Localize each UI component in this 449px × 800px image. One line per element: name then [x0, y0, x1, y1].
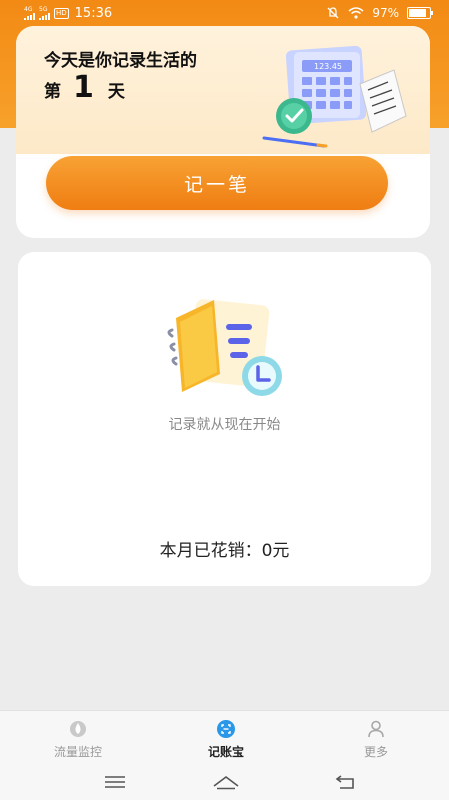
tab-ledger[interactable]: 记账宝: [176, 719, 276, 760]
day-counter: 第 1 天: [44, 70, 125, 105]
month-spend-label: 本月已花销：: [159, 541, 262, 561]
battery-percent: 97%: [372, 6, 399, 20]
status-bar: 4G 5G HD 15:36 97%: [0, 0, 449, 28]
tab-label: 更多: [363, 745, 388, 759]
user-icon: [368, 720, 384, 738]
month-spend: 本月已花销：0元: [18, 536, 431, 561]
welcome-card: 今天是你记录生活的 第 1 天 123.45 记一笔: [16, 26, 430, 238]
welcome-title: 今天是你记录生活的: [44, 51, 197, 71]
signal-icon: 5G: [39, 7, 50, 20]
back-icon[interactable]: [334, 774, 356, 790]
ledger-icon: [217, 720, 235, 738]
wifi-icon: [348, 7, 364, 19]
traffic-icon: [70, 721, 86, 737]
system-nav-bar: [0, 766, 449, 800]
tab-more[interactable]: 更多: [326, 719, 426, 760]
mute-icon: [327, 7, 339, 19]
home-icon[interactable]: [212, 774, 240, 790]
menu-icon[interactable]: [104, 774, 126, 790]
day-count: 1: [73, 70, 94, 105]
day-suffix: 天: [107, 82, 125, 102]
status-time: 15:36: [74, 6, 113, 21]
tab-label: 记账宝: [207, 745, 244, 759]
tab-label: 流量监控: [53, 745, 102, 759]
hd-badge: HD: [54, 8, 69, 19]
notebook-illustration-icon: [167, 299, 282, 396]
summary-card: 记录就从现在开始 本月已花销：0元: [18, 252, 431, 586]
empty-state-text: 记录就从现在开始: [168, 417, 281, 433]
tab-traffic[interactable]: 流量监控: [28, 719, 128, 760]
day-prefix: 第: [44, 82, 61, 102]
record-button[interactable]: 记一笔: [46, 156, 388, 210]
month-spend-value: 0元: [261, 541, 290, 561]
bottom-tab-bar: 流量监控 记账宝 更多: [0, 710, 449, 767]
signal-icon: 4G: [24, 7, 35, 20]
battery-icon: [407, 7, 433, 19]
calculator-display: 123.45: [314, 62, 342, 71]
calculator-illustration-icon: 123.45: [262, 45, 407, 148]
